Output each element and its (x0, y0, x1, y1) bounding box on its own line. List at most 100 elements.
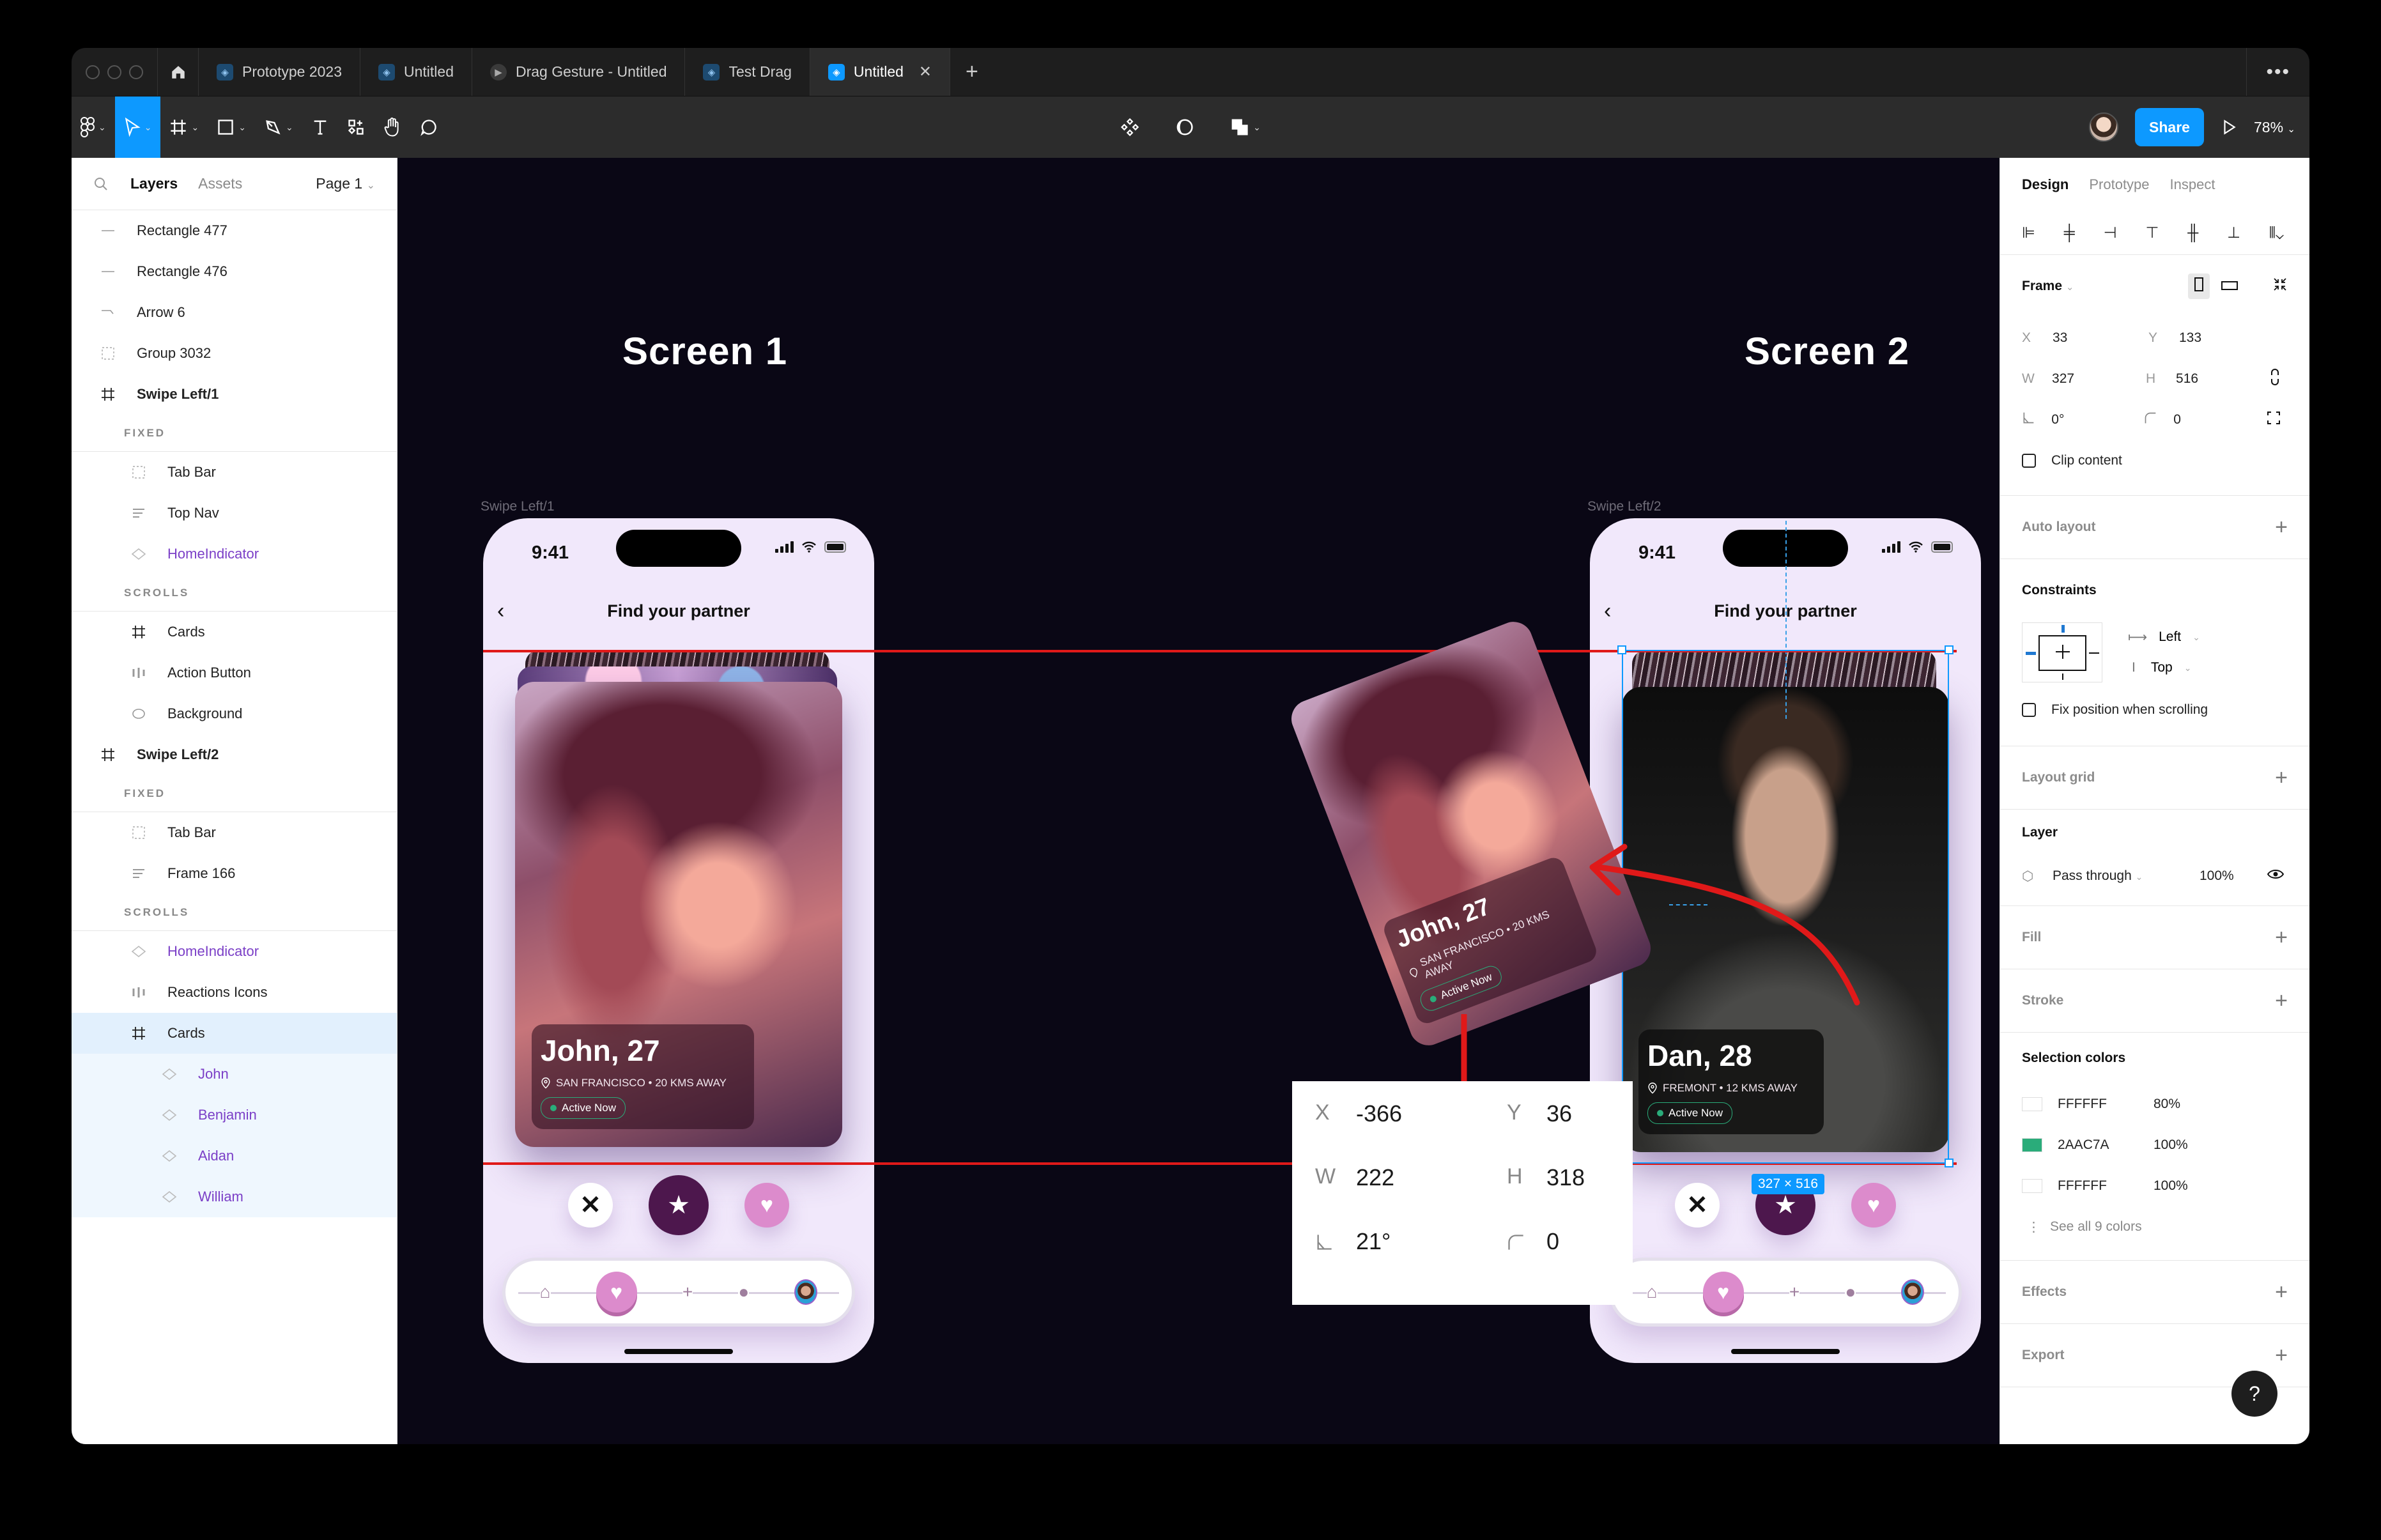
add-layout-grid-icon[interactable]: + (2275, 766, 2288, 790)
layer-item[interactable]: Frame 166 (72, 853, 397, 894)
color-hex[interactable]: FFFFFF (2058, 1178, 2154, 1194)
frame-dropdown[interactable]: Frame ⌄ (2022, 279, 2074, 294)
layer-item[interactable]: Swipe Left/2 (72, 734, 397, 775)
rotation-input[interactable]: 0° (2051, 412, 2144, 427)
resources-tool[interactable] (338, 96, 374, 158)
layer-item[interactable]: Arrow 6 (72, 292, 397, 333)
layer-item[interactable]: Action Button (72, 652, 397, 693)
heart-tab-icon[interactable]: ♥ (1702, 1272, 1744, 1313)
maximize-window-button[interactable] (129, 65, 143, 79)
opacity-input[interactable]: 100% (2200, 868, 2234, 884)
layer-item[interactable]: HomeIndicator (72, 931, 397, 972)
fix-position-checkbox[interactable] (2022, 703, 2036, 717)
tab-drag-gesture[interactable]: ▶ Drag Gesture - Untitled (472, 48, 686, 96)
tab-test-drag[interactable]: ◈ Test Drag (685, 48, 810, 96)
selection-color-row[interactable]: 2AAC7A 100% (2022, 1125, 2288, 1166)
text-tool[interactable] (302, 96, 338, 158)
selection-color-row[interactable]: FFFFFF 80% (2022, 1084, 2288, 1125)
see-all-colors-link[interactable]: ⋮ See all 9 colors (2022, 1206, 2288, 1247)
home-tab-icon[interactable]: ⌂ (1646, 1282, 1658, 1302)
radius-input[interactable]: 0 (2173, 412, 2266, 427)
components-button[interactable] (1111, 96, 1148, 158)
tab-layers[interactable]: Layers (130, 175, 178, 192)
layer-item[interactable]: John (72, 1054, 397, 1095)
chat-tab-icon[interactable]: ● (1845, 1282, 1856, 1302)
x-input[interactable]: 33 (2053, 330, 2148, 346)
align-horizontal-center-icon[interactable]: ╪ (2064, 224, 2075, 242)
layer-item[interactable]: Swipe Left/1 (72, 374, 397, 415)
tab-design[interactable]: Design (2022, 176, 2069, 193)
layer-item[interactable]: Top Nav (72, 493, 397, 534)
boolean-button[interactable]: ⌄ (1221, 96, 1270, 158)
tab-untitled-1[interactable]: ◈ Untitled (360, 48, 472, 96)
layer-item[interactable]: Rectangle 476 (72, 251, 397, 292)
align-top-icon[interactable]: ⊤ (2145, 224, 2159, 242)
distribute-icon[interactable]: ⫴⌄ (2269, 224, 2284, 242)
minimize-window-button[interactable] (107, 65, 121, 79)
add-stroke-icon[interactable]: + (2275, 989, 2288, 1013)
hand-tool[interactable] (374, 96, 411, 158)
add-tab-icon[interactable]: + (1789, 1282, 1800, 1302)
color-opacity[interactable]: 80% (2154, 1097, 2180, 1112)
more-options-icon[interactable]: ••• (2246, 48, 2309, 96)
vertical-constraint-dropdown[interactable]: I Top ⌄ (2128, 652, 2200, 683)
resize-to-fit-button[interactable] (2272, 277, 2288, 296)
canvas[interactable]: Screen 1 Screen 2 Swipe Left/1 Swipe Lef… (397, 158, 2000, 1444)
home-tab-icon[interactable]: ⌂ (539, 1282, 551, 1302)
share-button[interactable]: Share (2135, 108, 2204, 146)
color-opacity[interactable]: 100% (2154, 1178, 2188, 1194)
page-dropdown[interactable]: Page 1 ⌄ (316, 175, 375, 192)
color-hex[interactable]: FFFFFF (2058, 1097, 2154, 1112)
independent-corners-icon[interactable] (2266, 410, 2281, 429)
main-menu-button[interactable]: ⌄ (72, 96, 115, 158)
new-tab-button[interactable]: + (950, 48, 994, 96)
search-icon[interactable] (93, 176, 109, 192)
clip-content-checkbox[interactable] (2022, 454, 2036, 468)
layer-item[interactable]: Tab Bar (72, 812, 397, 853)
y-input[interactable]: 133 (2179, 330, 2275, 346)
home-button[interactable] (158, 48, 199, 96)
layer-item[interactable]: Tab Bar (72, 452, 397, 493)
align-vertical-center-icon[interactable]: ╫ (2187, 224, 2198, 242)
pen-tool[interactable]: ⌄ (255, 96, 302, 158)
add-fill-icon[interactable]: + (2275, 925, 2288, 950)
close-window-button[interactable] (86, 65, 100, 79)
layer-item[interactable]: Aidan (72, 1136, 397, 1176)
selection-color-row[interactable]: FFFFFF 100% (2022, 1166, 2288, 1206)
horizontal-constraint-dropdown[interactable]: ⟼ Left ⌄ (2128, 622, 2200, 652)
landscape-orientation-button[interactable] (2221, 279, 2238, 294)
color-swatch[interactable] (2022, 1138, 2042, 1152)
present-play-icon[interactable] (2221, 118, 2237, 136)
layer-item[interactable]: Cards (72, 1013, 397, 1054)
layer-item[interactable]: Benjamin (72, 1095, 397, 1136)
layer-item[interactable]: William (72, 1176, 397, 1217)
user-avatar[interactable] (2089, 112, 2119, 142)
layer-item[interactable]: HomeIndicator (72, 534, 397, 574)
frame-tool[interactable]: ⌄ (160, 96, 208, 158)
layer-item[interactable]: Rectangle 477 (72, 210, 397, 251)
add-export-icon[interactable]: + (2275, 1343, 2288, 1368)
color-opacity[interactable]: 100% (2154, 1137, 2188, 1153)
layer-item[interactable]: Background (72, 693, 397, 734)
comment-tool[interactable] (411, 96, 447, 158)
heart-tab-icon[interactable]: ♥ (596, 1272, 637, 1313)
layer-item[interactable]: Reactions Icons (72, 972, 397, 1013)
tab-prototype[interactable]: Prototype (2089, 176, 2149, 193)
zoom-level-dropdown[interactable]: 78% ⌄ (2254, 119, 2295, 136)
layer-item[interactable]: Cards (72, 612, 397, 652)
constraints-widget[interactable] (2022, 622, 2102, 682)
w-input[interactable]: 327 (2052, 371, 2146, 387)
color-swatch[interactable] (2022, 1179, 2042, 1193)
add-auto-layout-icon[interactable]: + (2275, 515, 2288, 540)
add-tab-icon[interactable]: + (682, 1282, 693, 1302)
color-swatch[interactable] (2022, 1097, 2042, 1111)
tab-inspect[interactable]: Inspect (2170, 176, 2215, 193)
shape-tool[interactable]: ⌄ (208, 96, 255, 158)
mask-button[interactable] (1166, 96, 1203, 158)
align-right-icon[interactable]: ⊣ (2104, 224, 2117, 242)
align-left-icon[interactable]: ⊫ (2022, 224, 2035, 242)
blend-mode-dropdown[interactable]: Pass through ⌄ (2053, 868, 2200, 884)
layer-item[interactable]: Group 3032 (72, 333, 397, 374)
close-tab-icon[interactable]: ✕ (919, 63, 932, 81)
tab-prototype-2023[interactable]: ◈ Prototype 2023 (199, 48, 361, 96)
